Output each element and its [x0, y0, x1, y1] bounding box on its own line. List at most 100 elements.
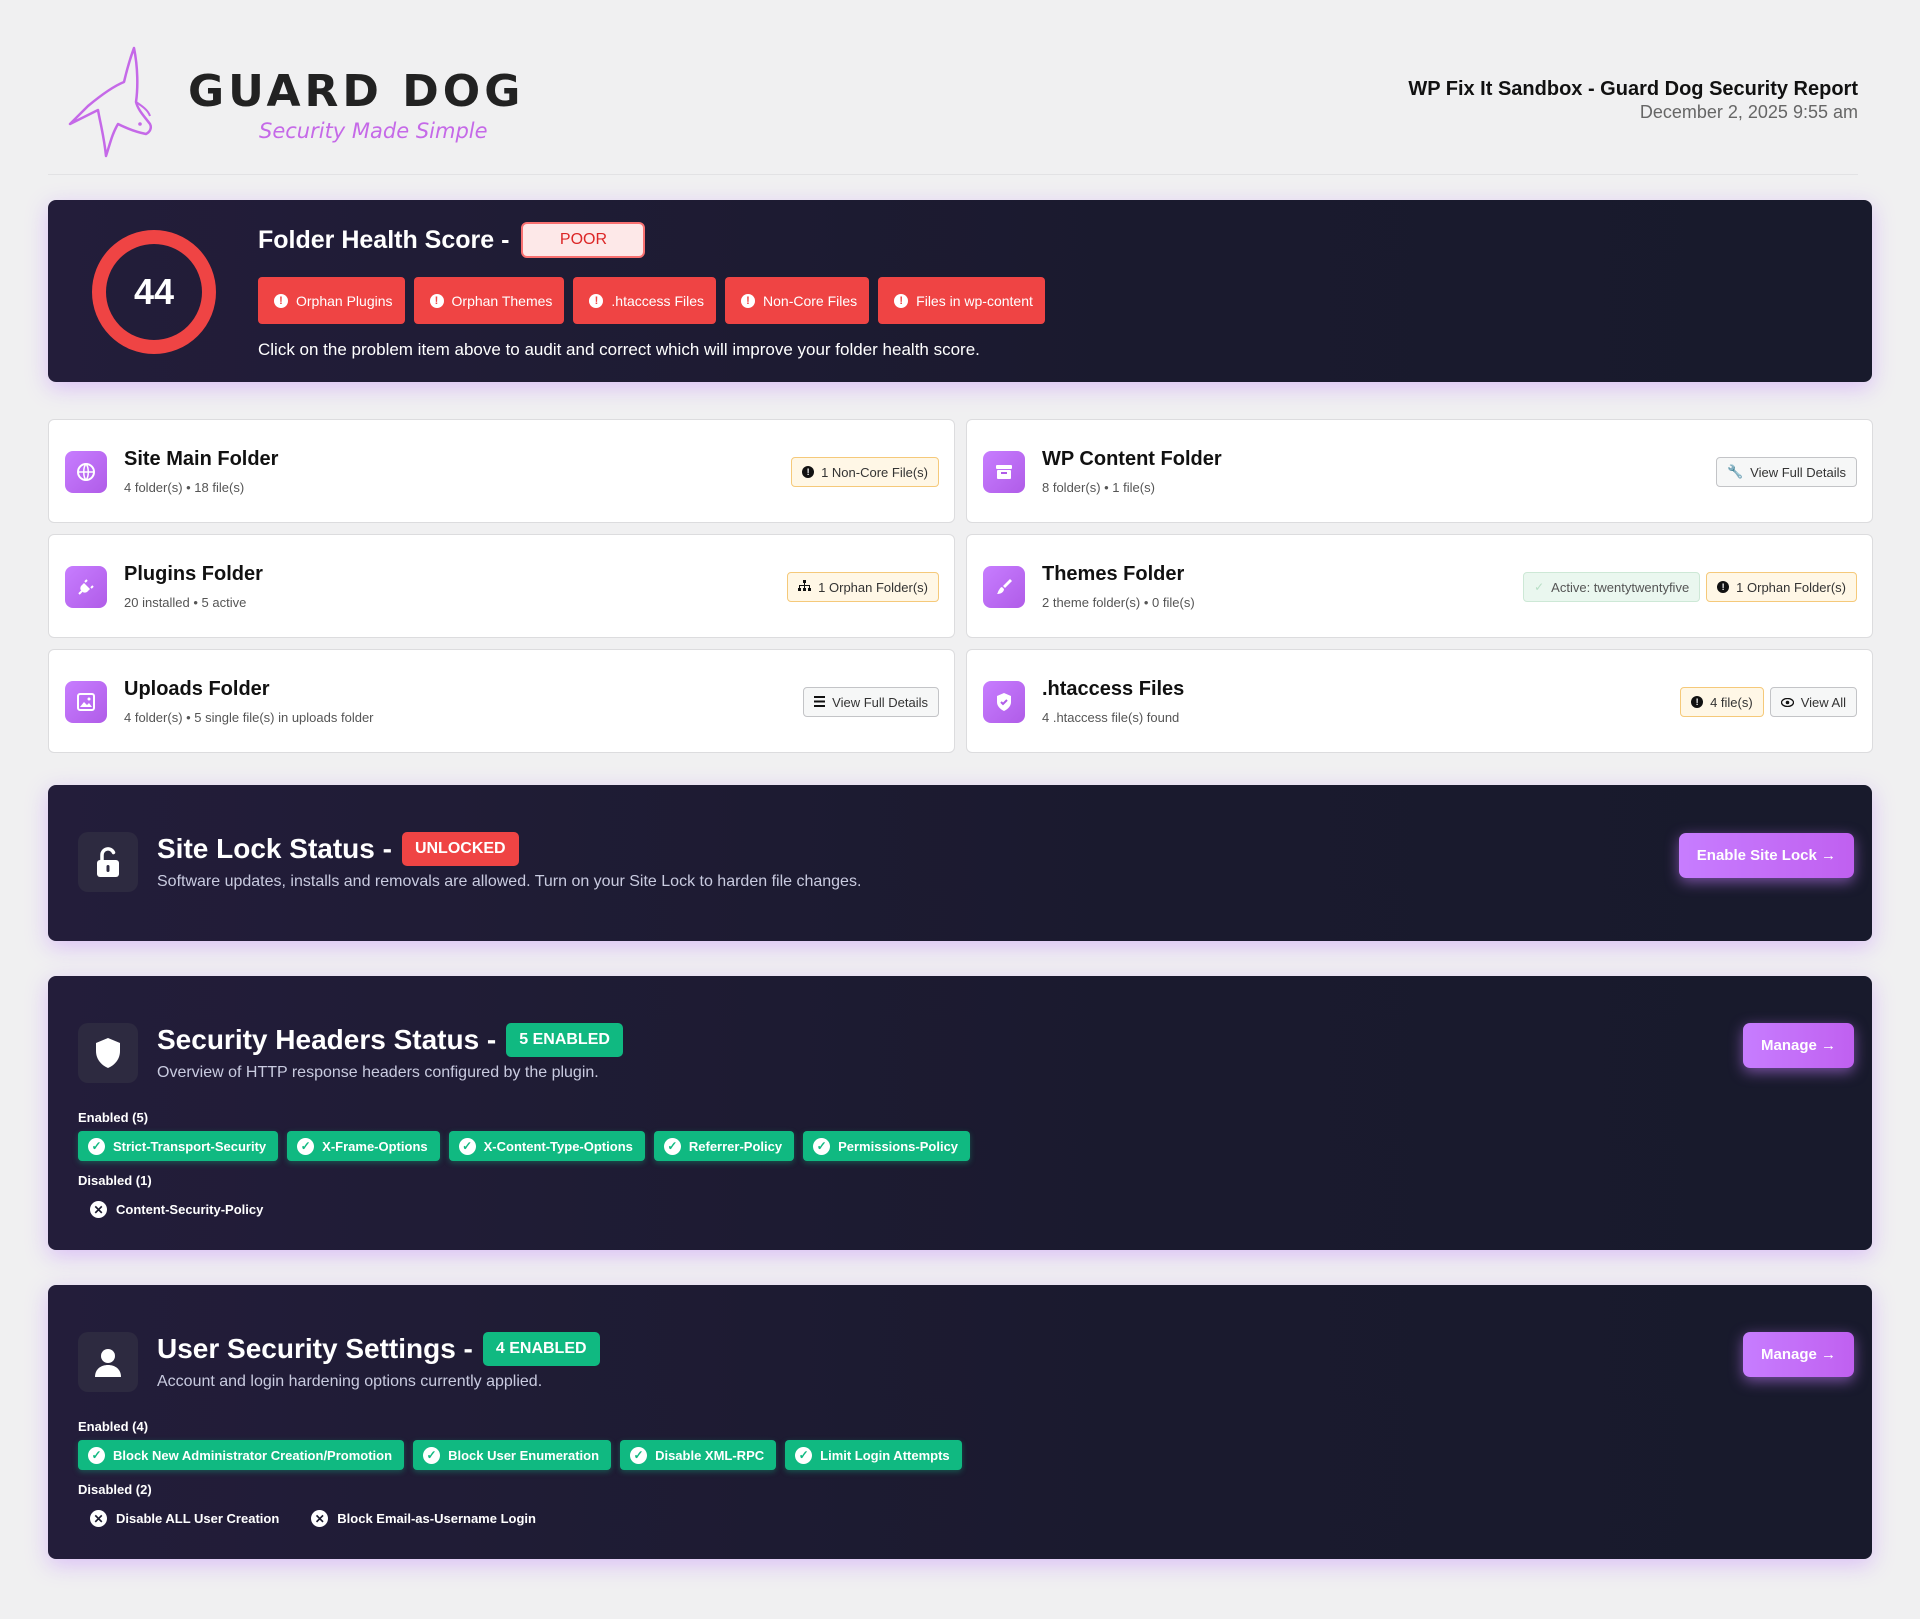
alert-icon: ! [741, 293, 756, 308]
report-header: GUARD DOG Security Made Simple WP Fix It… [48, 40, 1858, 175]
health-score-ring: 44 [92, 230, 216, 354]
report-title-block: WP Fix It Sandbox - Guard Dog Security R… [1408, 78, 1858, 123]
chip-label: Strict-Transport-Security [113, 1138, 267, 1154]
disabled-setting-item: ✕ Disable ALL User Creation [90, 1510, 279, 1527]
headers-title-row: Security Headers Status - 5 ENABLED [157, 1023, 623, 1057]
badge-label: 1 Orphan Folder(s) [1736, 579, 1846, 595]
setting-chip: ✓ Disable XML-RPC [620, 1440, 777, 1470]
check-circle-icon: ✓ [423, 1446, 441, 1464]
view-full-details-button[interactable]: View Full Details [803, 687, 939, 717]
non-core-files-badge[interactable]: ! 1 Non-Core File(s) [791, 457, 939, 487]
folder-stats: 4 folder(s) • 5 single file(s) in upload… [124, 710, 374, 725]
headers-title: Security Headers Status - [157, 1024, 497, 1055]
themes-folder-card: Themes Folder 2 theme folder(s) • 0 file… [966, 534, 1873, 638]
x-circle-icon: ✕ [90, 1201, 107, 1218]
disabled-headers-label: Disabled (1) [78, 1173, 152, 1188]
sitemap-icon [798, 579, 812, 595]
shield-icon [78, 1023, 138, 1083]
folder-badges: ! 4 file(s) View All [1680, 687, 1857, 717]
folder-stats: 4 .htaccess file(s) found [1042, 710, 1180, 725]
site-lock-description: Software updates, installs and removals … [157, 873, 862, 890]
chip-label: Block New Administrator Creation/Promoti… [113, 1447, 393, 1463]
badge-label: 1 Orphan Folder(s) [818, 579, 928, 595]
view-all-button[interactable]: View All [1769, 687, 1857, 717]
users-title: User Security Settings - [157, 1333, 473, 1364]
chip-label: Disable ALL User Creation [116, 1511, 280, 1526]
alert-icon: ! [802, 466, 815, 478]
folder-stats: 8 folder(s) • 1 file(s) [1042, 480, 1155, 495]
orphan-theme-folders-badge[interactable]: ! 1 Orphan Folder(s) [1706, 572, 1857, 602]
setting-chip: ✓ Block User Enumeration [413, 1440, 612, 1470]
archive-box-icon [983, 451, 1025, 493]
badge-label: View All [1800, 694, 1846, 710]
problem-label: Files in wp-content [916, 292, 1033, 309]
check-icon: ✓ [1534, 580, 1545, 594]
enabled-users-list: ✓ Block New Administrator Creation/Promot… [78, 1440, 962, 1470]
enable-site-lock-button[interactable]: Enable Site Lock → [1678, 833, 1854, 878]
x-circle-icon: ✕ [311, 1510, 329, 1527]
plug-icon [65, 566, 107, 608]
problem-files-in-wp-content[interactable]: ! Files in wp-content [878, 277, 1045, 324]
problem-label: .htaccess Files [611, 292, 705, 309]
disabled-setting-item: ✕ Block Email-as-Username Login [311, 1510, 536, 1527]
orphan-plugin-folders-badge[interactable]: 1 Orphan Folder(s) [787, 572, 939, 602]
folder-stats: 4 folder(s) • 18 file(s) [124, 480, 245, 495]
check-circle-icon: ✓ [795, 1446, 813, 1464]
badge-label: 1 Non-Core File(s) [821, 464, 928, 480]
manage-users-button[interactable]: Manage → [1742, 1332, 1854, 1377]
enabled-users-label: Enabled (4) [78, 1419, 149, 1434]
check-circle-icon: ✓ [458, 1137, 476, 1155]
folder-badges: 🔧 View Full Details [1715, 457, 1857, 487]
header-chip: ✓ X-Content-Type-Options [448, 1131, 645, 1161]
problem-label: Orphan Plugins [296, 292, 393, 309]
chip-label: Block User Enumeration [448, 1447, 600, 1463]
folder-title: .htaccess Files [1042, 678, 1185, 700]
folder-title: Themes Folder [1042, 563, 1185, 585]
disabled-users-label: Disabled (2) [78, 1482, 152, 1497]
htaccess-count-badge[interactable]: ! 4 file(s) [1680, 687, 1764, 717]
check-circle-icon: ✓ [630, 1446, 648, 1464]
eye-icon [1780, 695, 1794, 710]
problem-non-core-files[interactable]: ! Non-Core Files [725, 277, 870, 324]
htaccess-files-card: .htaccess Files 4 .htaccess file(s) foun… [966, 649, 1873, 753]
chip-label: Block Email-as-Username Login [337, 1511, 536, 1526]
setting-chip: ✓ Block New Administrator Creation/Promot… [78, 1440, 405, 1470]
paintbrush-icon [983, 566, 1025, 608]
problem-items: ! Orphan Plugins ! Orphan Themes ! .htacces… [258, 277, 1045, 324]
disabled-header-item: ✕ Content-Security-Policy [90, 1201, 263, 1218]
badge-label: Active: twentytwentyfive [1551, 579, 1690, 595]
problem-orphan-plugins[interactable]: ! Orphan Plugins [258, 277, 405, 324]
folder-title: WP Content Folder [1042, 448, 1222, 470]
dog-head-icon [68, 46, 153, 158]
chip-label: Permissions-Policy [838, 1138, 959, 1154]
unlocked-padlock-icon [78, 832, 138, 892]
header-chip: ✓ Permissions-Policy [803, 1131, 971, 1161]
user-icon [78, 1332, 138, 1392]
alert-icon: ! [429, 293, 444, 308]
folder-badges: ✓ Active: twentytwentyfive ! 1 Orphan Fold… [1523, 572, 1857, 602]
problem-htaccess-files[interactable]: ! .htaccess Files [573, 277, 717, 324]
check-circle-icon: ✓ [297, 1137, 315, 1155]
manage-headers-button[interactable]: Manage → [1742, 1023, 1854, 1068]
chip-label: Referrer-Policy [688, 1138, 783, 1154]
site-lock-status-badge: UNLOCKED [401, 832, 519, 866]
wp-content-folder-card: WP Content Folder 8 folder(s) • 1 file(s… [966, 419, 1873, 523]
site-lock-card: Site Lock Status - UNLOCKED Software upd… [48, 785, 1872, 941]
chip-label: X-Frame-Options [322, 1138, 428, 1154]
disabled-users-list: ✕ Disable ALL User Creation ✕ Block Email-… [90, 1510, 536, 1527]
uploads-folder-card: Uploads Folder 4 folder(s) • 5 single fi… [48, 649, 955, 753]
check-circle-icon: ✓ [88, 1446, 105, 1464]
users-title-row: User Security Settings - 4 ENABLED [157, 1332, 600, 1366]
chip-label: Content-Security-Policy [116, 1202, 264, 1217]
health-title-row: Folder Health Score - POOR [258, 222, 646, 258]
view-full-details-button[interactable]: 🔧 View Full Details [1715, 457, 1857, 487]
alert-icon: ! [1691, 696, 1704, 708]
problem-orphan-themes[interactable]: ! Orphan Themes [413, 277, 565, 324]
alert-icon: ! [589, 293, 604, 308]
chip-label: X-Content-Type-Options [483, 1138, 633, 1154]
check-circle-icon: ✓ [663, 1137, 681, 1155]
wrench-icon: 🔧 [1726, 464, 1744, 479]
chip-label: Limit Login Attempts [820, 1447, 950, 1463]
x-circle-icon: ✕ [90, 1510, 107, 1527]
chip-label: Disable XML-RPC [655, 1447, 765, 1463]
